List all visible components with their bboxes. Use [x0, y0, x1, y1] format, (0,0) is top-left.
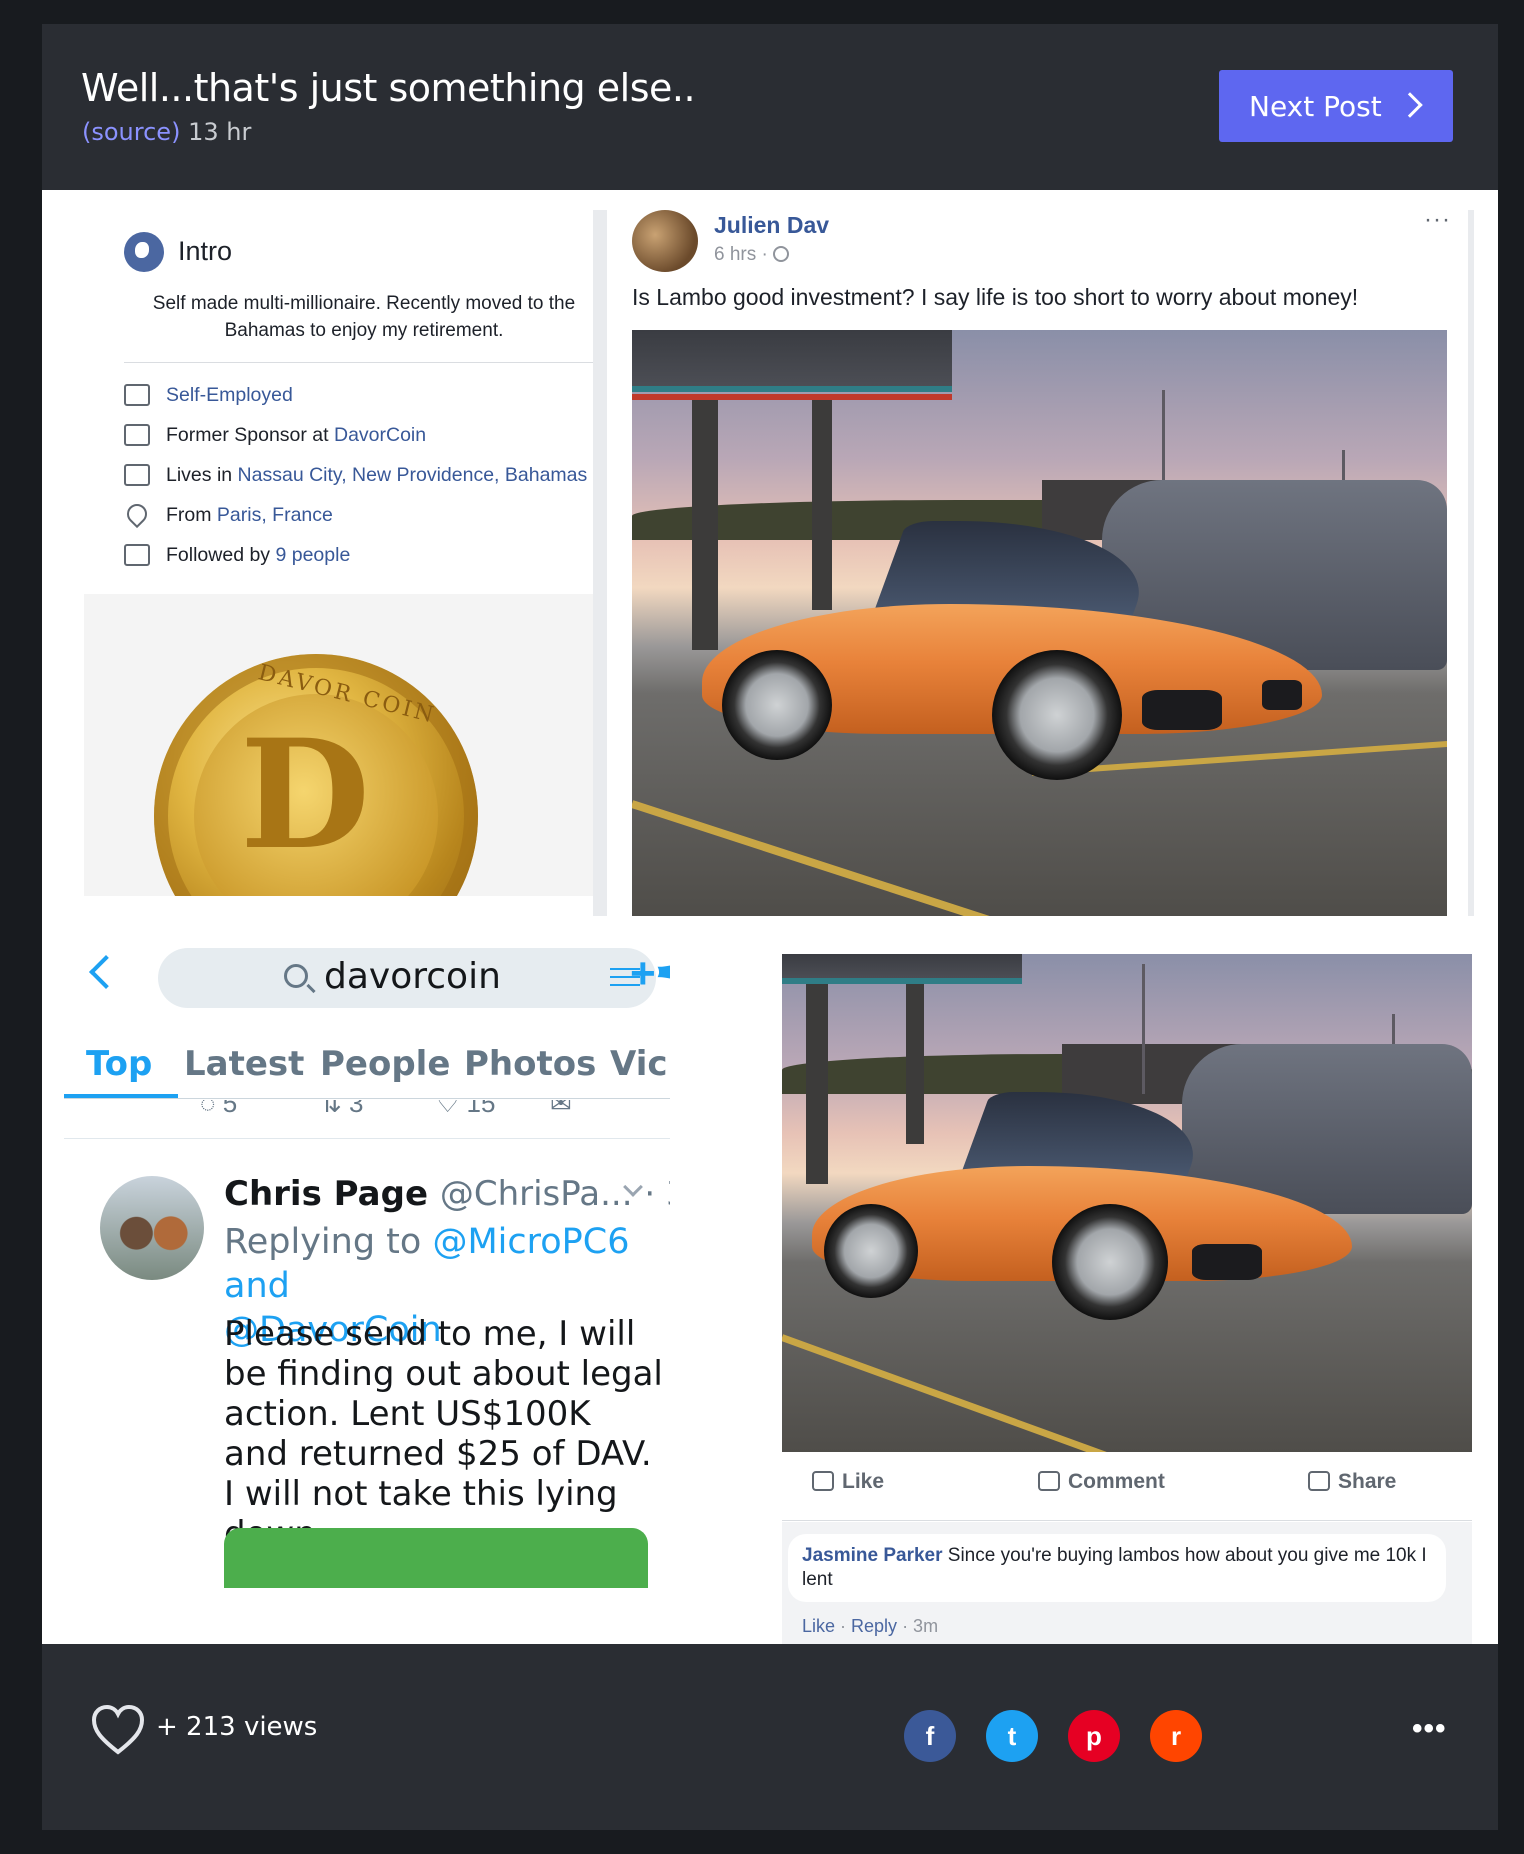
fb-post: Julien Dav 6 hrs · ··· Is Lambo good inv…	[632, 206, 1468, 916]
heart-icon[interactable]	[90, 1704, 146, 1756]
thumbs-up-icon	[812, 1471, 834, 1491]
view-count: + 213 views	[156, 1712, 318, 1742]
post-meta: (source) 13 hr	[82, 118, 251, 146]
twitter-screenshot: davorcoin +✒ Top Latest People Photos Vi…	[64, 948, 670, 1644]
comments-section: Jasmine Parker Since you're buying lambo…	[782, 1522, 1472, 1644]
avatar[interactable]	[100, 1176, 204, 1280]
intro-list: Self-Employed Former Sponsor at DavorCoi…	[122, 382, 604, 582]
lambo-photo-2[interactable]	[782, 954, 1472, 1452]
like-count[interactable]: ♡ 15	[436, 1100, 495, 1119]
reply-count[interactable]: ◌ 5	[200, 1100, 237, 1119]
share-icon	[1308, 1471, 1330, 1491]
fb-post-text: Is Lambo good investment? I say life is …	[632, 284, 1359, 310]
intro-link[interactable]: Self-Employed	[166, 384, 293, 406]
post-footer: + 213 views f t p r •••	[42, 1644, 1498, 1830]
tab-videos[interactable]: Vic	[610, 1044, 668, 1084]
comment-icon	[1038, 1471, 1060, 1491]
intro-item-work: Self-Employed	[124, 382, 604, 408]
intro-heading: Intro	[178, 236, 233, 266]
comment-time: · 3m	[897, 1616, 939, 1636]
avatar[interactable]	[632, 210, 698, 272]
column-divider	[593, 210, 607, 916]
next-post-label: Next Post	[1249, 89, 1382, 123]
comment-button[interactable]: Comment	[1038, 1470, 1165, 1494]
reddit-share-icon[interactable]: r	[1150, 1710, 1202, 1762]
post-card: Well...that's just something else.. (sou…	[42, 24, 1498, 1830]
comment-reply-link[interactable]: Reply	[851, 1616, 897, 1636]
intro-link[interactable]: 9 people	[275, 544, 350, 566]
post-header: Well...that's just something else.. (sou…	[42, 24, 1498, 190]
feed-icon	[124, 544, 150, 566]
briefcase-icon	[124, 384, 150, 406]
tweet-text: Please send to me, I will be finding out…	[224, 1314, 663, 1554]
comment-meta: Like · Reply · 3m	[802, 1616, 939, 1636]
comment-like-link[interactable]: Like	[802, 1616, 835, 1636]
comment-author[interactable]: Jasmine Parker	[802, 1545, 943, 1566]
more-share-icon[interactable]: •••	[1412, 1712, 1447, 1746]
coin-photo: DAVOR COIN D	[84, 594, 602, 896]
lambo-photo[interactable]	[632, 330, 1447, 916]
tab-top[interactable]: Top	[86, 1044, 152, 1084]
intro-item-from: From Paris, France	[122, 499, 604, 529]
globe-icon	[124, 232, 164, 272]
like-button[interactable]: Like	[812, 1470, 884, 1494]
fb-author-name[interactable]: Julien Dav	[714, 212, 829, 239]
intro-item-lives: Lives in Nassau City, New Providence, Ba…	[124, 462, 604, 488]
green-banner	[224, 1528, 648, 1588]
source-link[interactable]: (source)	[82, 118, 180, 146]
intro-link[interactable]: Paris, France	[217, 504, 333, 526]
intro-divider	[124, 362, 604, 363]
public-globe-icon	[773, 246, 790, 262]
coin-letter: D	[240, 707, 371, 883]
chevron-right-icon	[1397, 92, 1423, 118]
pinterest-share-icon[interactable]: p	[1068, 1710, 1120, 1762]
search-input[interactable]: davorcoin	[158, 948, 656, 1008]
intro-link[interactable]: Nassau City, New Providence, Bahamas	[238, 464, 588, 486]
retweet-count[interactable]: ⇅ 3	[320, 1100, 363, 1119]
location-pin-icon	[122, 499, 152, 529]
tweet-actions: ◌ 5 ⇅ 3 ♡ 15 ✉	[64, 1100, 670, 1134]
facebook-share-icon[interactable]: f	[904, 1710, 956, 1762]
intro-bio: Self made multi-millionaire. Recently mo…	[152, 293, 576, 341]
fb-action-bar: Like Comment Share Jasmine Parker Since …	[782, 1452, 1472, 1644]
briefcase-icon	[124, 424, 150, 446]
dm-icon[interactable]: ✉	[550, 1100, 572, 1119]
home-icon	[124, 464, 150, 486]
search-query: davorcoin	[324, 956, 501, 997]
tweet-handle: @ChrisPa...	[439, 1174, 633, 1214]
compose-tweet-icon[interactable]: +✒	[630, 948, 670, 999]
tab-photos[interactable]: Photos	[464, 1044, 596, 1084]
tweet-author: Chris Page @ChrisPa... · 3h	[224, 1174, 670, 1214]
davorcoin-coin: DAVOR COIN D	[154, 654, 478, 896]
column-divider	[1468, 210, 1474, 916]
comment-bubble: Jasmine Parker Since you're buying lambo…	[788, 1534, 1446, 1602]
intro-item-followed: Followed by 9 people	[124, 542, 604, 568]
search-tabs: Top Latest People Photos Vic	[64, 1044, 670, 1100]
tweet-time: · 3h	[644, 1174, 670, 1214]
more-options-icon[interactable]: ···	[1424, 206, 1451, 234]
post-title: Well...that's just something else..	[81, 66, 696, 110]
twitter-share-icon[interactable]: t	[986, 1710, 1038, 1762]
tab-people[interactable]: People	[320, 1044, 450, 1084]
back-icon[interactable]	[89, 955, 123, 989]
next-post-button[interactable]: Next Post	[1219, 70, 1453, 142]
search-icon	[284, 964, 308, 988]
fb-post-time: 6 hrs ·	[714, 244, 790, 266]
share-button[interactable]: Share	[1308, 1470, 1396, 1494]
post-image: Intro Self made multi-millionaire. Recen…	[42, 190, 1498, 1644]
intro-item-sponsor: Former Sponsor at DavorCoin	[124, 422, 604, 448]
post-age: 13 hr	[188, 118, 252, 146]
intro-link[interactable]: DavorCoin	[334, 424, 426, 446]
tab-latest[interactable]: Latest	[184, 1044, 304, 1084]
